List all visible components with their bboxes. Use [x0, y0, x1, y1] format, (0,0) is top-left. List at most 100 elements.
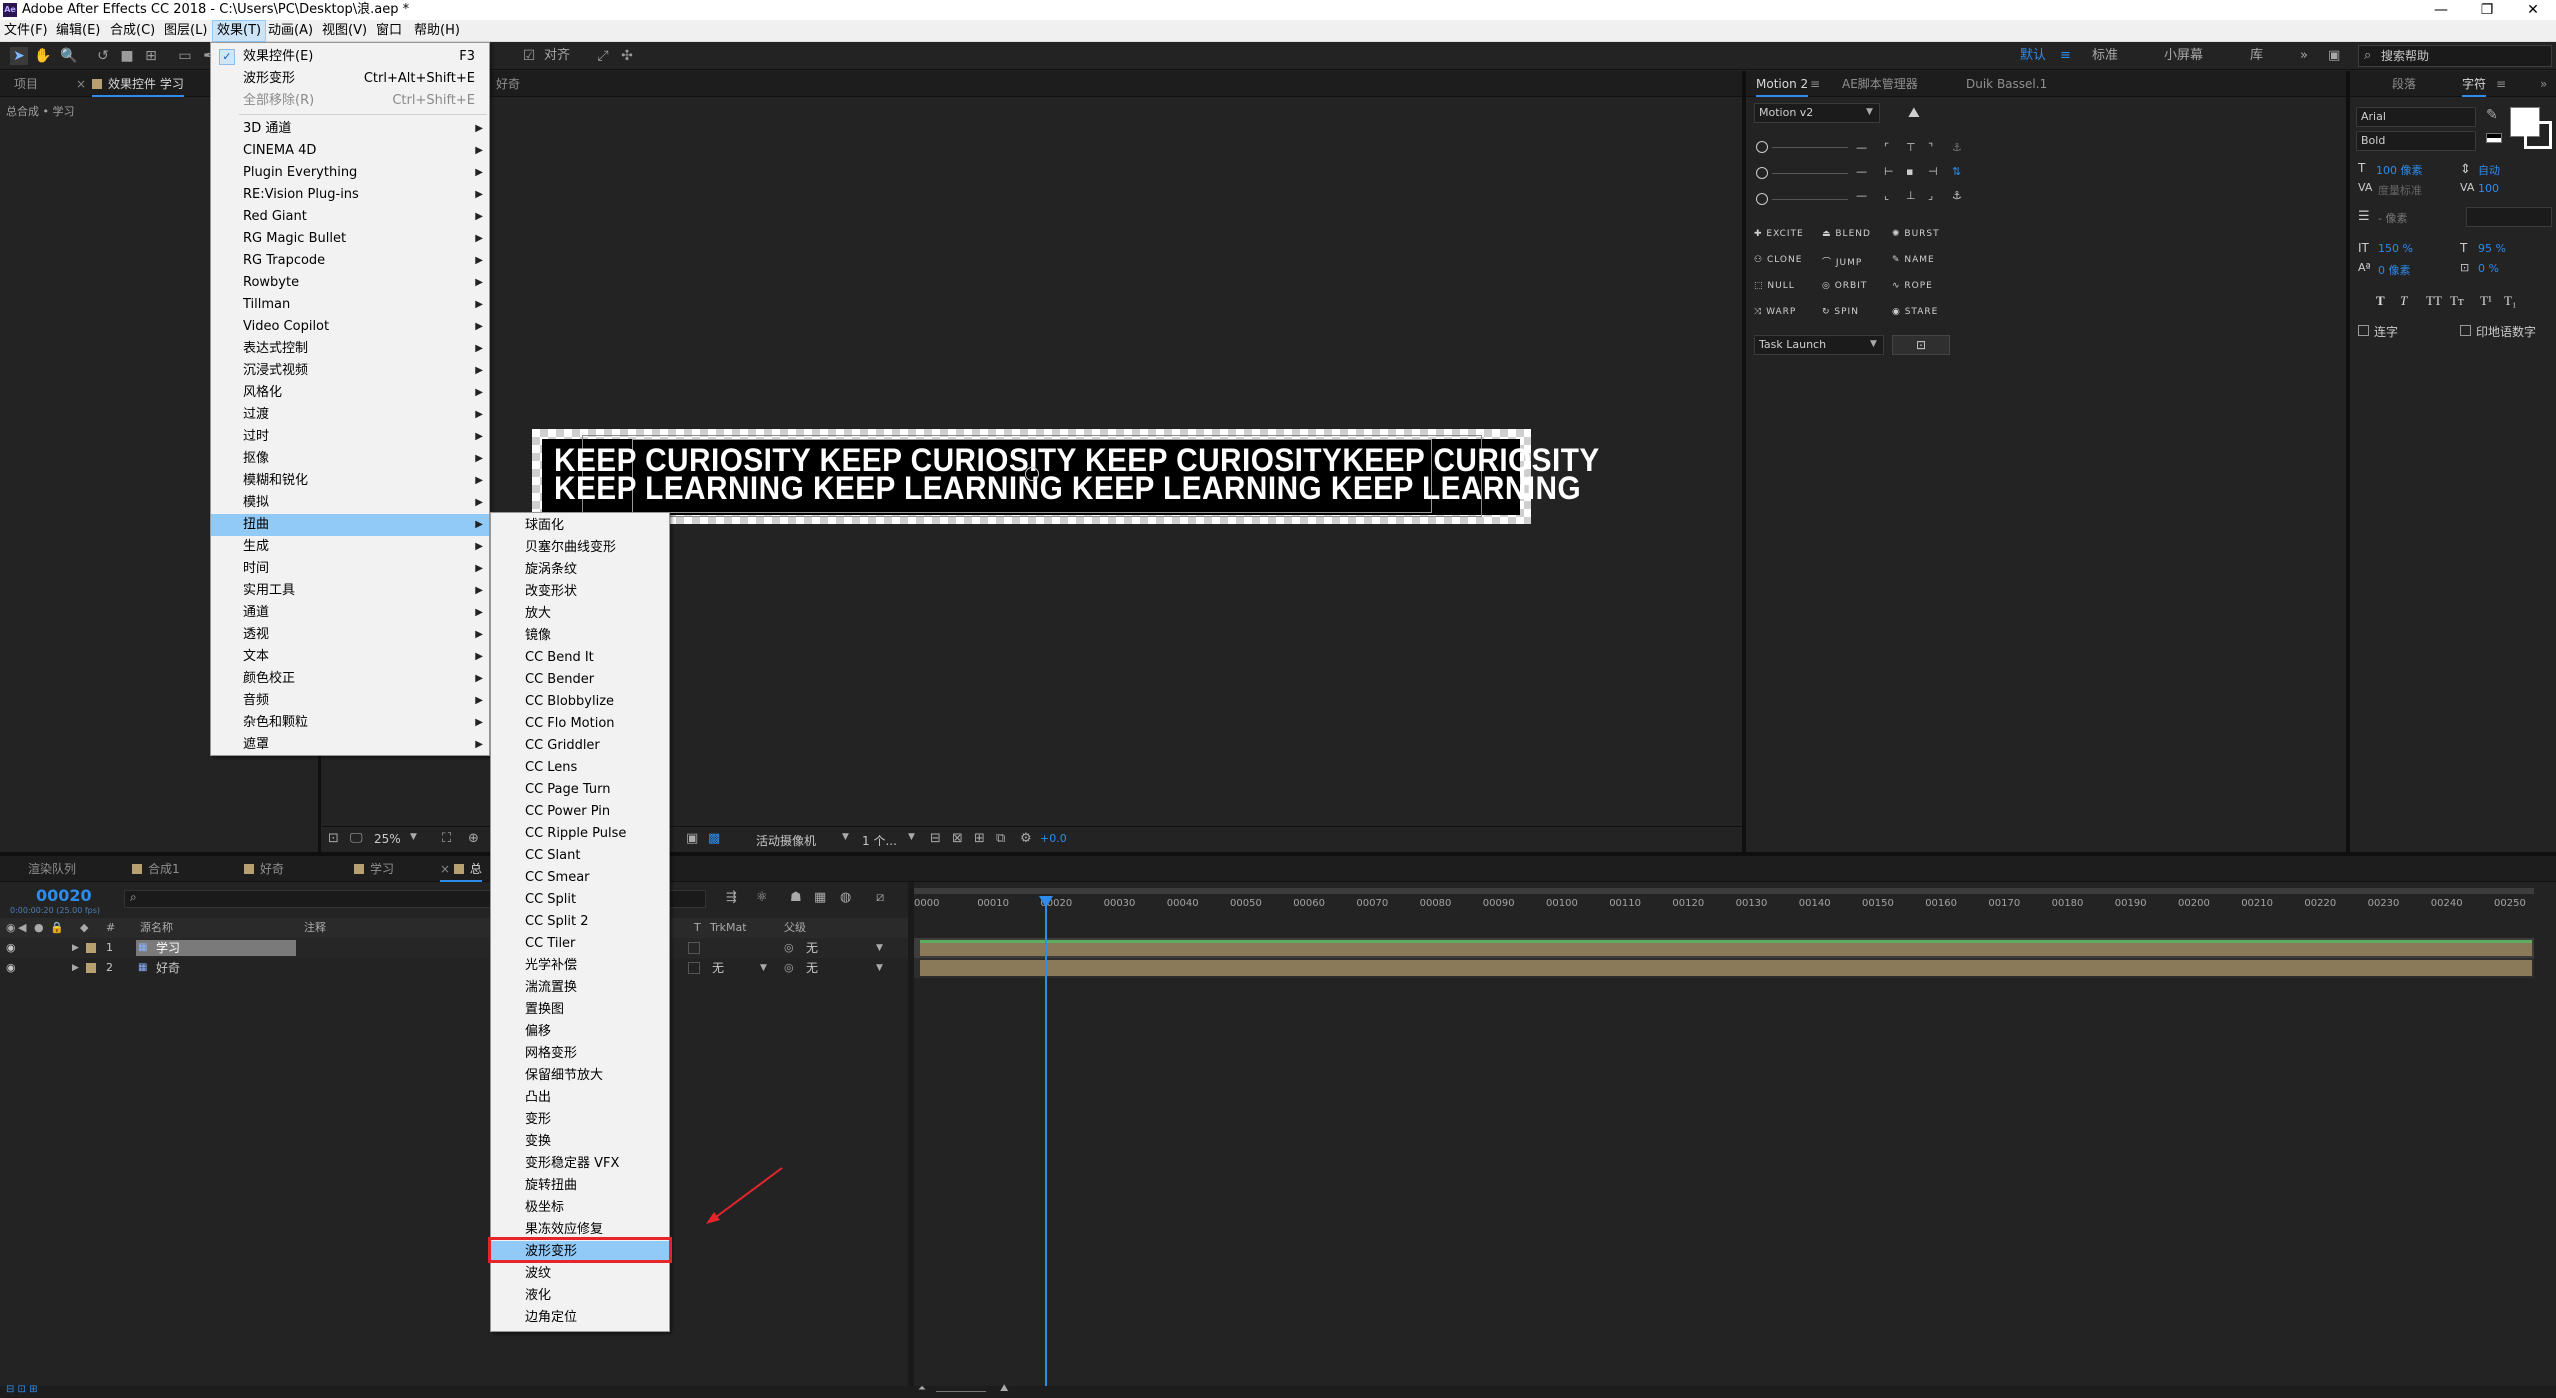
distort-menu-item[interactable]: 变形稳定器 VFX: [491, 1153, 669, 1175]
blend-button[interactable]: ⏏ BLEND: [1822, 229, 1871, 239]
tab-learning[interactable]: 学习: [354, 856, 394, 882]
panel-menu-icon[interactable]: ≡: [1810, 71, 1820, 97]
visibility-icon[interactable]: ◉: [6, 958, 16, 978]
exposure-icon[interactable]: ⚙: [1020, 831, 1032, 846]
slider-knob-1[interactable]: [1756, 141, 1768, 153]
distort-menu-item[interactable]: 旋涡条纹: [491, 559, 669, 581]
restore-icon[interactable]: ❐: [2464, 0, 2510, 20]
fit-icon[interactable]: ⛶: [442, 831, 451, 846]
menu-view[interactable]: 视图(V): [318, 20, 371, 42]
tracking-value[interactable]: 100: [2478, 182, 2499, 195]
small-caps-button[interactable]: Tт: [2450, 293, 2464, 309]
effects-menu-item[interactable]: 时间 ▶: [211, 558, 489, 580]
tab-duik[interactable]: Duik Bassel.1: [1966, 71, 2047, 97]
frame-blending-icon[interactable]: ▦: [814, 890, 826, 905]
subscript-button[interactable]: T₁: [2504, 293, 2516, 309]
eye-icon[interactable]: ◉: [6, 918, 16, 938]
align-checkbox[interactable]: ☑: [520, 47, 538, 65]
font-family-select[interactable]: Arial: [2356, 107, 2476, 127]
pan-behind-tool-icon[interactable]: ⊞: [142, 47, 160, 65]
snap-options-icon[interactable]: ✣: [618, 47, 636, 65]
effects-menu-item[interactable]: ✓ 效果控件(E) F3: [211, 46, 489, 68]
task-launch-select[interactable]: Task Launch: [1754, 335, 1884, 355]
layer-name[interactable]: 好奇: [156, 958, 180, 978]
distort-menu-item[interactable]: CC Flo Motion: [491, 713, 669, 735]
draft-3d-icon[interactable]: ⚛: [756, 890, 768, 905]
tab-ae-script-manager[interactable]: AE脚本管理器: [1842, 71, 1918, 97]
composition-canvas[interactable]: KEEP CURIOSITY KEEP CURIOSITY KEEP CURIO…: [532, 429, 1599, 524]
warp-button[interactable]: ⤨ WARP: [1754, 307, 1796, 317]
trkmat-toggle[interactable]: [688, 942, 700, 954]
effects-menu-item[interactable]: 扭曲 ▶: [211, 514, 489, 536]
layer-name[interactable]: 学习: [156, 938, 180, 958]
effects-menu-item[interactable]: RG Trapcode ▶: [211, 250, 489, 272]
close-icon[interactable]: ✕: [2510, 0, 2556, 20]
distort-menu-item[interactable]: 置换图: [491, 999, 669, 1021]
distort-menu-item[interactable]: CC Ripple Pulse: [491, 823, 669, 845]
layer-row[interactable]: ◉ ▶ 1 ▦ 学习 ◎ 无 ▼: [0, 938, 910, 958]
distort-menu-item[interactable]: CC Slant: [491, 845, 669, 867]
pickwhip-icon[interactable]: ◎: [784, 938, 794, 958]
workspace-library[interactable]: 库: [2250, 47, 2263, 65]
tab-render-queue[interactable]: 渲染队列: [28, 856, 76, 882]
workspace-menu-icon[interactable]: ≡: [2060, 47, 2071, 65]
current-timecode[interactable]: 00020: [36, 886, 92, 905]
tab-curious[interactable]: 好奇: [244, 856, 284, 882]
menu-composition[interactable]: 合成(C): [106, 20, 159, 42]
slider-track-2[interactable]: [1772, 173, 1848, 174]
magnification-icon[interactable]: ⊡: [328, 831, 339, 846]
font-style-select[interactable]: Bold: [2356, 131, 2476, 151]
distort-menu-item[interactable]: 镜像: [491, 625, 669, 647]
distort-menu-item[interactable]: 改变形状: [491, 581, 669, 603]
col-trkmat[interactable]: TrkMat: [710, 918, 747, 938]
search-toggle-icon[interactable]: ▣: [2328, 47, 2340, 65]
camera-select[interactable]: 活动摄像机: [756, 832, 816, 849]
effects-menu-item[interactable]: 过渡 ▶: [211, 404, 489, 426]
distort-menu-item[interactable]: 液化: [491, 1285, 669, 1307]
monitor-icon[interactable]: 🖵: [350, 831, 363, 846]
burst-button[interactable]: ✺ BURST: [1892, 229, 1940, 239]
current-time-indicator[interactable]: [1045, 896, 1047, 1386]
tab-close-icon[interactable]: ×: [76, 71, 86, 97]
trkmat-toggle[interactable]: [688, 962, 700, 974]
flowchart-icon[interactable]: ⧉: [996, 831, 1005, 846]
faux-bold-button[interactable]: T: [2376, 293, 2385, 309]
tab-composition-partial[interactable]: 好奇: [496, 71, 520, 97]
effects-menu-item[interactable]: 生成 ▶: [211, 536, 489, 558]
tab-master-comp[interactable]: × 总: [440, 856, 482, 882]
effects-menu-item[interactable]: 抠像 ▶: [211, 448, 489, 470]
time-ruler[interactable]: 0000 00010 00020 00030 00040 00050 00060 00070 0…: [914, 886, 2534, 916]
search-help-input[interactable]: 搜索帮助: [2358, 45, 2552, 67]
effects-menu-item[interactable]: 音频 ▶: [211, 690, 489, 712]
effects-menu-item[interactable]: 实用工具 ▶: [211, 580, 489, 602]
layer-label-color[interactable]: [86, 963, 96, 973]
effects-menu-item[interactable]: 模糊和锐化 ▶: [211, 470, 489, 492]
slider-track-1[interactable]: [1772, 147, 1848, 148]
shy-layers-icon[interactable]: ☗: [790, 890, 802, 905]
menu-edit[interactable]: 编辑(E): [52, 20, 104, 42]
slider-track-3[interactable]: [1772, 199, 1848, 200]
expand-arrow-icon[interactable]: ▶: [72, 938, 79, 958]
rope-button[interactable]: ∿ ROPE: [1892, 281, 1933, 291]
menu-effect[interactable]: 效果(T): [212, 20, 267, 42]
layer-track[interactable]: [914, 938, 2534, 958]
layer-row[interactable]: ◉ ▶ 2 ▦ 好奇 无 ▼ ◎ 无 ▼: [0, 958, 910, 978]
effects-menu-item[interactable]: 杂色和颗粒 ▶: [211, 712, 489, 734]
tab-comp-1[interactable]: 合成1: [132, 856, 180, 882]
distort-menu-item[interactable]: 极坐标: [491, 1197, 669, 1219]
distort-menu-item[interactable]: 球面化: [491, 515, 669, 537]
exposure-value[interactable]: +0.0: [1040, 832, 1067, 845]
effects-menu-item[interactable]: 模拟 ▶: [211, 492, 489, 514]
distort-menu-item[interactable]: CC Split 2: [491, 911, 669, 933]
label-icon[interactable]: ◆: [80, 918, 88, 938]
menu-help[interactable]: 帮助(H): [410, 20, 464, 42]
eyedropper-icon[interactable]: ✎: [2486, 107, 2498, 123]
distort-menu-item[interactable]: CC Bender: [491, 669, 669, 691]
distort-menu-item[interactable]: 波纹: [491, 1263, 669, 1285]
jump-button[interactable]: ⌒ JUMP: [1822, 255, 1862, 268]
stare-button[interactable]: ◉ STARE: [1892, 307, 1938, 317]
selection-tool-icon[interactable]: ➤: [10, 47, 28, 65]
menu-animation[interactable]: 动画(A): [264, 20, 317, 42]
workspace-small-screen[interactable]: 小屏幕: [2164, 47, 2203, 65]
distort-menu-item[interactable]: CC Lens: [491, 757, 669, 779]
